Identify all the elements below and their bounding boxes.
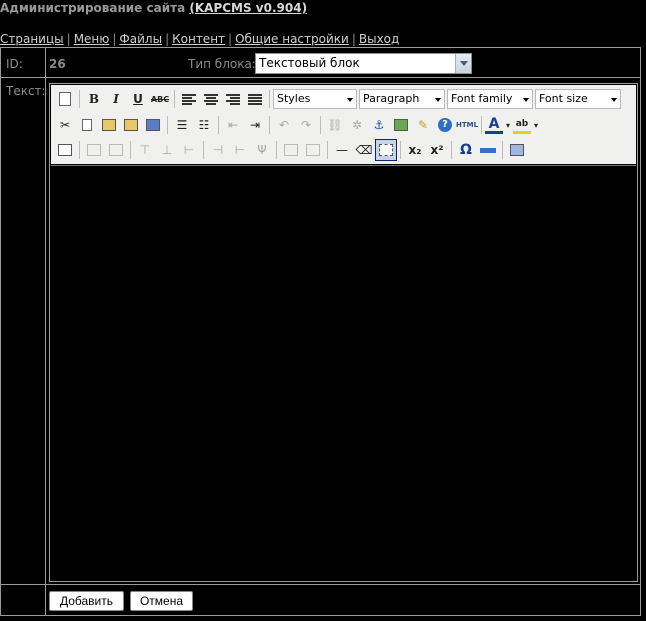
divider xyxy=(1,584,640,585)
subscript-icon[interactable]: x₂ xyxy=(404,139,426,161)
merge-cells-icon[interactable] xyxy=(302,139,324,161)
delete-col-icon[interactable]: Ψ xyxy=(251,139,273,161)
id-label: ID: xyxy=(6,57,23,71)
styles-select[interactable]: Styles xyxy=(273,89,357,109)
forecolor-icon[interactable]: A xyxy=(485,116,503,134)
version-link[interactable]: (KAPCMS v0.904) xyxy=(189,1,307,15)
divider xyxy=(45,48,46,615)
remove-format-icon[interactable]: ⌫ xyxy=(353,139,375,161)
cancel-button[interactable]: Отмена xyxy=(130,591,193,611)
bold-icon[interactable]: B xyxy=(83,88,105,110)
add-button[interactable]: Добавить xyxy=(49,591,124,611)
col-after-icon[interactable]: ⊢ xyxy=(229,139,251,161)
toolbar-row-3: ⊤ ⊥ ⊢ ⊣ ⊢ Ψ — ⌫ x₂ x² Ω xyxy=(54,138,528,162)
cleanup-icon[interactable]: ✎ xyxy=(412,114,434,136)
editor-content-area[interactable] xyxy=(51,165,636,580)
block-type-select[interactable]: Текстовый блок xyxy=(255,53,472,74)
indent-icon[interactable]: ⇥ xyxy=(244,114,266,136)
block-form: ID: 26 Тип блока: Текстовый блок Текст: … xyxy=(0,47,641,616)
underline-icon[interactable]: U xyxy=(127,88,149,110)
table-row-props-icon[interactable] xyxy=(83,139,105,161)
italic-icon[interactable]: I xyxy=(105,88,127,110)
cut-icon[interactable]: ✂ xyxy=(54,114,76,136)
paste-word-icon[interactable] xyxy=(142,114,164,136)
align-center-icon[interactable] xyxy=(200,88,222,110)
bullet-list-icon[interactable]: ☰ xyxy=(171,114,193,136)
edit-css-icon[interactable] xyxy=(54,139,76,161)
redo-icon[interactable]: ↷ xyxy=(295,114,317,136)
backcolor-dropdown-icon[interactable]: ▾ xyxy=(531,114,541,136)
visual-aid-icon[interactable] xyxy=(375,139,397,161)
font-size-select[interactable]: Font size xyxy=(535,89,621,109)
nav-pages[interactable]: Страницы xyxy=(0,32,64,46)
nonbreaking-space-icon[interactable] xyxy=(477,139,499,161)
nav-files[interactable]: Файлы xyxy=(119,32,162,46)
nav-settings[interactable]: Общие настройки xyxy=(235,32,349,46)
anchor-icon[interactable]: ⚓ xyxy=(368,114,390,136)
text-label: Текст: xyxy=(6,84,46,98)
block-type-value: Текстовый блок xyxy=(259,56,360,70)
row-before-icon[interactable]: ⊤ xyxy=(134,139,156,161)
copy-icon[interactable] xyxy=(76,114,98,136)
rich-text-editor: B I U ABC Styles Paragraph Font family F… xyxy=(49,83,638,582)
paste-icon[interactable] xyxy=(98,114,120,136)
insert-table-icon[interactable] xyxy=(506,139,528,161)
image-icon[interactable] xyxy=(390,114,412,136)
outdent-icon[interactable]: ⇤ xyxy=(222,114,244,136)
align-justify-icon[interactable] xyxy=(244,88,266,110)
forecolor-dropdown-icon[interactable]: ▾ xyxy=(503,114,513,136)
unlink-icon[interactable]: ✲ xyxy=(346,114,368,136)
undo-icon[interactable]: ↶ xyxy=(273,114,295,136)
charmap-icon[interactable]: Ω xyxy=(455,139,477,161)
numbered-list-icon[interactable]: ☷ xyxy=(193,114,215,136)
split-cells-icon[interactable] xyxy=(280,139,302,161)
page-header: Администрирование сайта (KAPCMS v0.904) xyxy=(0,1,307,15)
toolbar-row-2: ✂ ☰ ☷ ⇤ ⇥ ↶ ↷ ⛓ ✲ ⚓ ✎ ? HTML A ▾ ab ▾ xyxy=(54,113,541,137)
nav-logout[interactable]: Выход xyxy=(359,32,399,46)
link-icon[interactable]: ⛓ xyxy=(324,114,346,136)
col-before-icon[interactable]: ⊣ xyxy=(207,139,229,161)
row-after-icon[interactable]: ⊥ xyxy=(156,139,178,161)
help-icon[interactable]: ? xyxy=(434,114,456,136)
header-title: Администрирование сайта xyxy=(0,1,186,15)
nav-menu[interactable]: Меню xyxy=(74,32,110,46)
chevron-down-icon[interactable] xyxy=(455,54,471,73)
paragraph-select[interactable]: Paragraph xyxy=(359,89,445,109)
divider xyxy=(1,77,640,78)
table-cell-props-icon[interactable] xyxy=(105,139,127,161)
font-family-select[interactable]: Font family xyxy=(447,89,533,109)
align-right-icon[interactable] xyxy=(222,88,244,110)
paste-text-icon[interactable] xyxy=(120,114,142,136)
editor-toolbar: B I U ABC Styles Paragraph Font family F… xyxy=(51,85,636,164)
nav-content[interactable]: Контент xyxy=(172,32,225,46)
new-document-icon[interactable] xyxy=(54,88,76,110)
block-type-label: Тип блока: xyxy=(188,57,256,71)
toolbar-row-1: B I U ABC Styles Paragraph Font family F… xyxy=(54,87,623,111)
superscript-icon[interactable]: x² xyxy=(426,139,448,161)
align-left-icon[interactable] xyxy=(178,88,200,110)
delete-row-icon[interactable]: ⊢ xyxy=(178,139,200,161)
html-source-icon[interactable]: HTML xyxy=(456,114,478,136)
backcolor-icon[interactable]: ab xyxy=(513,116,531,134)
id-value: 26 xyxy=(49,57,66,71)
horizontal-rule-icon[interactable]: — xyxy=(331,139,353,161)
main-nav: Страницы | Меню | Файлы | Контент | Общие настро… xyxy=(0,32,400,46)
strikethrough-icon[interactable]: ABC xyxy=(149,88,171,110)
